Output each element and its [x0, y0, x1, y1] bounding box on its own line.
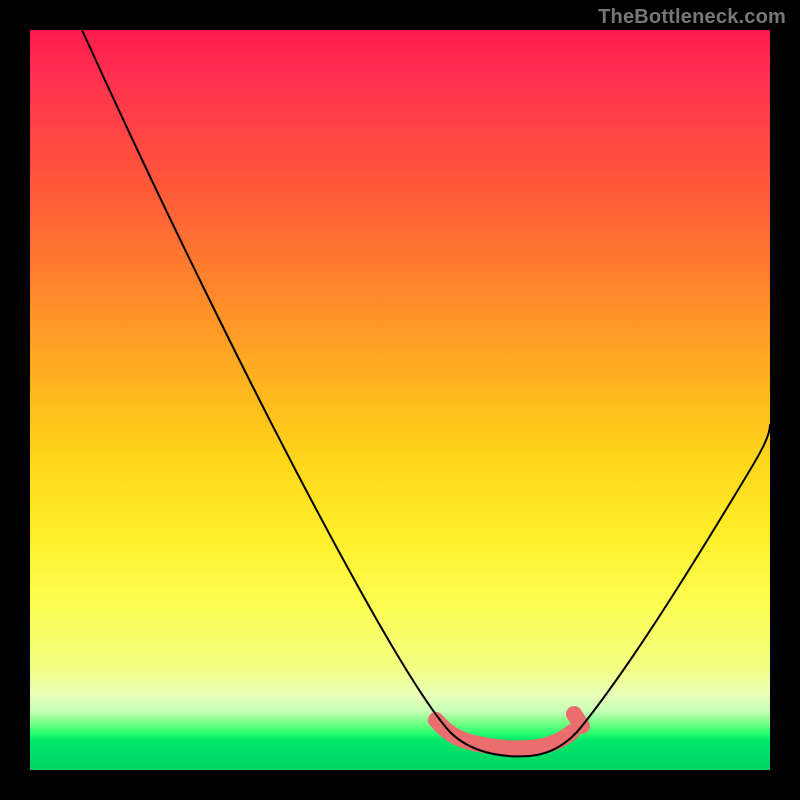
- watermark-text: TheBottleneck.com: [598, 6, 786, 29]
- chart-frame: TheBottleneck.com: [0, 0, 800, 800]
- plot-area: [30, 30, 770, 770]
- bottleneck-curve: [30, 30, 770, 770]
